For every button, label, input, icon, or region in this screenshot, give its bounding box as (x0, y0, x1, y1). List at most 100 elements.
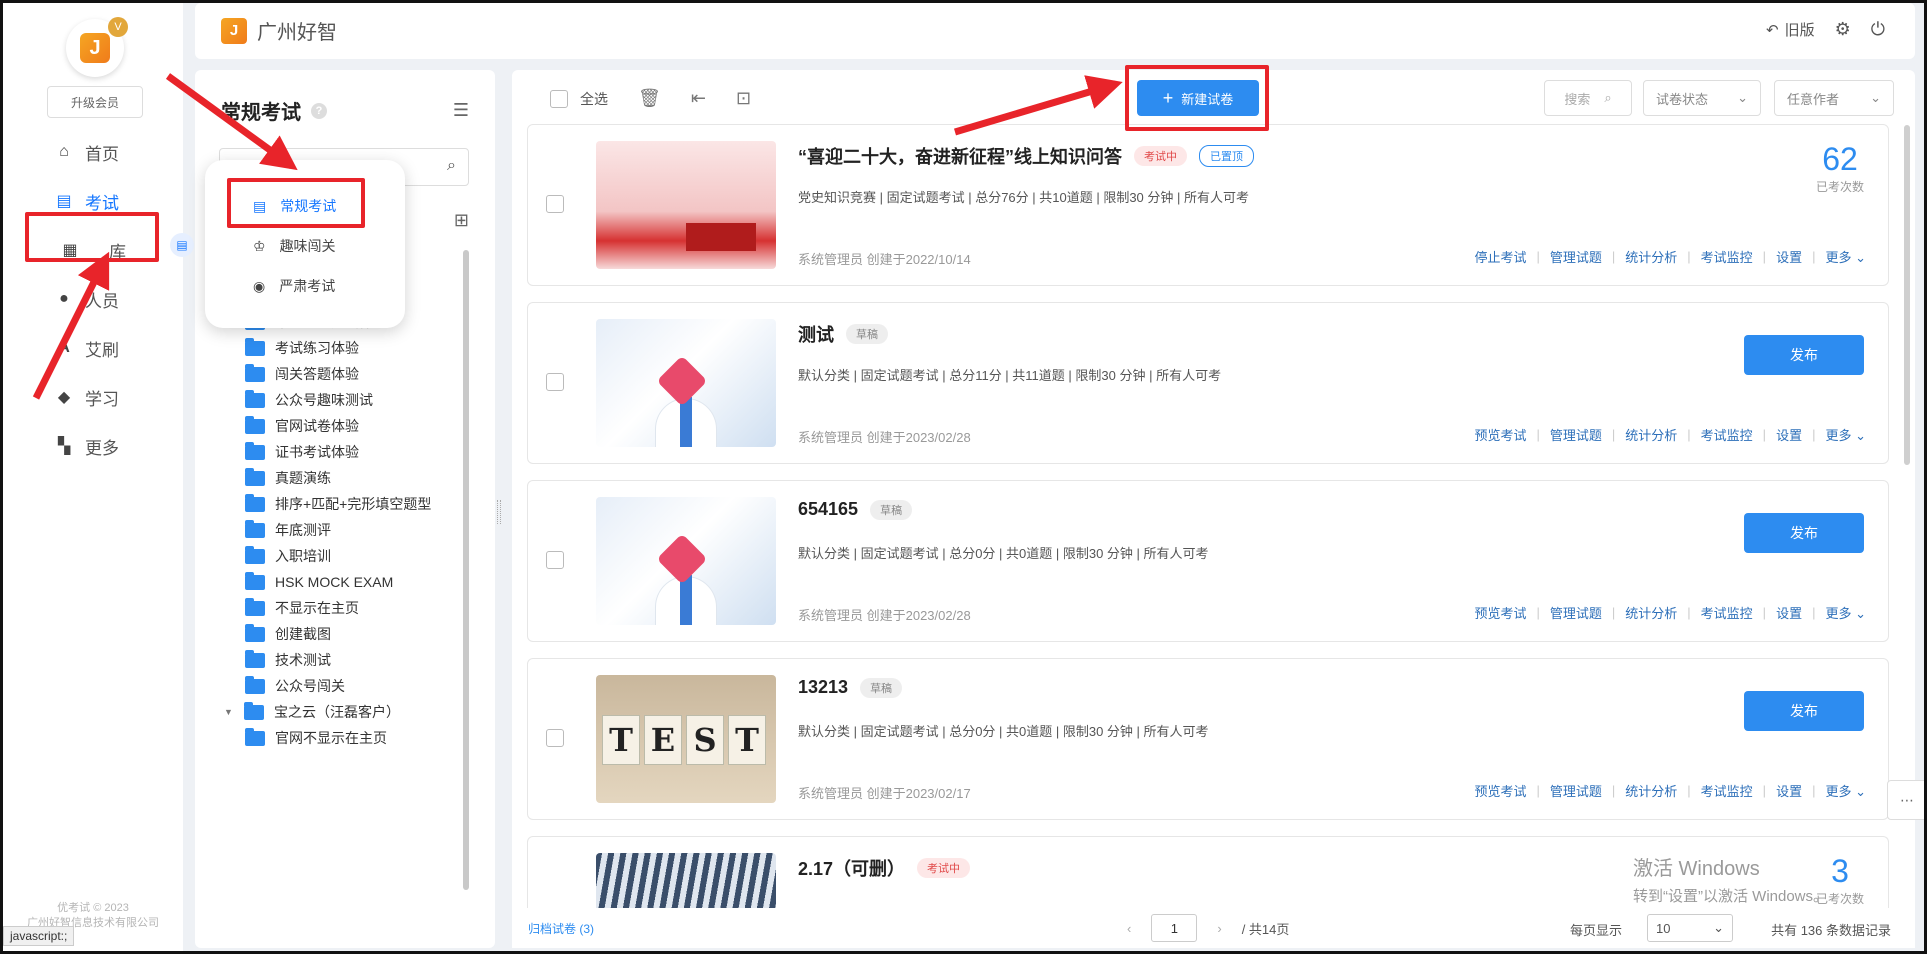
tree-item[interactable]: 年底测评 (245, 518, 331, 542)
more-dropdown[interactable]: 更多 ⌄ (1815, 247, 1866, 266)
author-filter-select[interactable]: 任意作者 ⌄ (1774, 80, 1894, 116)
tree-item[interactable]: 入职培训 (245, 544, 331, 568)
per-page-select[interactable]: 10 ⌄ (1647, 914, 1733, 942)
add-folder-icon[interactable]: ⊞ (454, 210, 469, 231)
popup-item-strict-exam[interactable]: ◉ 严肃考试 (253, 274, 335, 298)
settings-gear-icon[interactable]: ⚙ (1835, 19, 1851, 40)
tree-item-label: 不显示在主页 (275, 600, 359, 616)
exam-card[interactable]: TEST 13213 草稿 默认分类 | 固定试题考试 | 总分0分 | 共0道… (527, 658, 1889, 820)
statistics-link[interactable]: 统计分析 (1615, 781, 1687, 800)
manage-questions-link[interactable]: 管理试题 (1540, 603, 1612, 622)
select-all-checkbox[interactable] (550, 89, 568, 108)
page-number-input[interactable]: 1 (1151, 914, 1198, 942)
statistics-link[interactable]: 统计分析 (1615, 425, 1687, 444)
exam-title[interactable]: 654165 (798, 499, 858, 520)
nav-brush[interactable]: A 艾刷 (55, 333, 155, 363)
preview-exam-link[interactable]: 预览考试 (1464, 603, 1536, 622)
tree-item[interactable]: 创建截图 (245, 622, 331, 646)
monitor-link[interactable]: 考试监控 (1691, 247, 1763, 266)
tree-item-label: 入职培训 (275, 548, 331, 564)
more-dropdown[interactable]: 更多 ⌄ (1815, 781, 1866, 800)
tree-item[interactable]: 考试练习体验 (245, 336, 359, 360)
exam-type-toggle-icon[interactable]: ▤ (170, 233, 194, 257)
prev-page-icon[interactable]: ‹ (1127, 921, 1131, 936)
manage-questions-link[interactable]: 管理试题 (1540, 781, 1612, 800)
next-page-icon[interactable]: › (1217, 921, 1221, 936)
chevron-down-icon: ⌄ (1870, 90, 1881, 105)
collapse-menu-icon[interactable]: ☰ (453, 100, 469, 121)
statistics-link[interactable]: 统计分析 (1615, 247, 1687, 266)
settings-link[interactable]: 设置 (1766, 781, 1812, 800)
more-dropdown[interactable]: 更多 ⌄ (1815, 603, 1866, 622)
tree-item[interactable]: 排序+匹配+完形填空题型 (245, 492, 431, 516)
exam-title[interactable]: “喜迎二十大，奋进新征程”线上知识问答 (798, 143, 1122, 169)
panel-resize-handle[interactable] (497, 500, 501, 524)
old-version-button[interactable]: ↶ 旧版 (1766, 19, 1815, 40)
monitor-link[interactable]: 考试监控 (1691, 603, 1763, 622)
exam-card[interactable]: 654165 草稿 默认分类 | 固定试题考试 | 总分0分 | 共0道题 | … (527, 480, 1889, 642)
archived-papers-link[interactable]: 归档试卷 (3) (528, 920, 594, 937)
help-icon[interactable]: ? (311, 102, 327, 119)
preview-exam-link[interactable]: 预览考试 (1464, 781, 1536, 800)
tree-item[interactable]: 官网不显示在主页 (245, 726, 387, 750)
tree-item[interactable]: 官网试卷体验 (245, 414, 359, 438)
monitor-link[interactable]: 考试监控 (1691, 781, 1763, 800)
statistics-link[interactable]: 统计分析 (1615, 603, 1687, 622)
tree-item[interactable]: 证书考试体验 (245, 440, 359, 464)
tree-item[interactable]: 公众号闯关 (245, 674, 345, 698)
tree-item[interactable]: 真题演练 (245, 466, 331, 490)
publish-button[interactable]: 发布 (1744, 335, 1864, 375)
archive-icon[interactable]: ⊡ (736, 88, 751, 109)
nav-home[interactable]: ⌂ 首页 (55, 137, 155, 167)
font-icon: A (58, 339, 70, 356)
settings-link[interactable]: 设置 (1766, 425, 1812, 444)
upgrade-member-button[interactable]: 升级会员 (47, 86, 143, 118)
nav-more[interactable]: ▚ 更多 (55, 431, 155, 461)
caret-down-icon[interactable]: ▼ (224, 707, 234, 717)
exam-select-checkbox[interactable] (546, 551, 564, 569)
publish-button[interactable]: 发布 (1744, 691, 1864, 731)
tree-item[interactable]: 公众号趣味测试 (245, 388, 373, 412)
exam-title[interactable]: 13213 (798, 677, 848, 698)
exam-search-input[interactable]: 搜索 ⌕ (1544, 80, 1632, 116)
tree-item[interactable]: 闯关答题体验 (245, 362, 359, 386)
category-scrollbar[interactable] (463, 250, 469, 890)
more-dropdown[interactable]: 更多 ⌄ (1815, 425, 1866, 444)
exam-card[interactable]: “喜迎二十大，奋进新征程”线上知识问答 考试中 已置顶 党史知识竞赛 | 固定试… (527, 124, 1889, 286)
stop-exam-link[interactable]: 停止考试 (1464, 247, 1536, 266)
tree-item[interactable]: ▼ 宝之云（汪磊客户） (224, 700, 400, 724)
status-filter-select[interactable]: 试卷状态 ⌄ (1643, 80, 1761, 116)
list-scrollbar[interactable] (1904, 125, 1910, 465)
nav-study[interactable]: ◆ 学习 (55, 382, 155, 412)
power-icon[interactable]: ⏻ (1871, 19, 1885, 40)
exam-select-checkbox[interactable] (546, 729, 564, 747)
tree-item[interactable]: 技术测试 (245, 648, 331, 672)
select-all[interactable]: 全选 (550, 89, 608, 109)
popup-item-fun-challenge[interactable]: ♔ 趣味闯关 (253, 234, 336, 258)
monitor-link[interactable]: 考试监控 (1691, 425, 1763, 444)
search-icon: ⌕ (1604, 90, 1612, 105)
folder-icon (245, 519, 265, 538)
brand-logo-icon: J (221, 17, 247, 44)
delete-icon[interactable]: 🗑 (638, 88, 661, 109)
exam-card[interactable]: 测试 草稿 默认分类 | 固定试题考试 | 总分11分 | 共11道题 | 限制… (527, 302, 1889, 464)
exam-title[interactable]: 2.17（可删） (798, 855, 905, 881)
settings-link[interactable]: 设置 (1766, 603, 1812, 622)
settings-link[interactable]: 设置 (1766, 247, 1812, 266)
tree-item[interactable]: HSK MOCK EXAM (245, 570, 393, 594)
manage-questions-link[interactable]: 管理试题 (1540, 425, 1612, 444)
move-folder-icon[interactable]: ⇤ (691, 88, 706, 109)
nav-users[interactable]: ● 人员 (55, 284, 155, 314)
pinned-badge: 已置顶 (1199, 145, 1254, 167)
exam-select-checkbox[interactable] (546, 373, 564, 391)
preview-exam-link[interactable]: 预览考试 (1464, 425, 1536, 444)
search-icon[interactable]: ⌕ (447, 157, 456, 175)
chat-icon[interactable]: ⋯ (1887, 780, 1927, 820)
tree-item[interactable]: 不显示在主页 (245, 596, 359, 620)
manage-questions-link[interactable]: 管理试题 (1540, 247, 1612, 266)
exam-select-checkbox[interactable] (546, 195, 564, 213)
exam-title[interactable]: 测试 (798, 321, 834, 347)
logo[interactable]: J V (66, 17, 128, 77)
tree-item-label: 公众号闯关 (275, 678, 345, 694)
publish-button[interactable]: 发布 (1744, 513, 1864, 553)
